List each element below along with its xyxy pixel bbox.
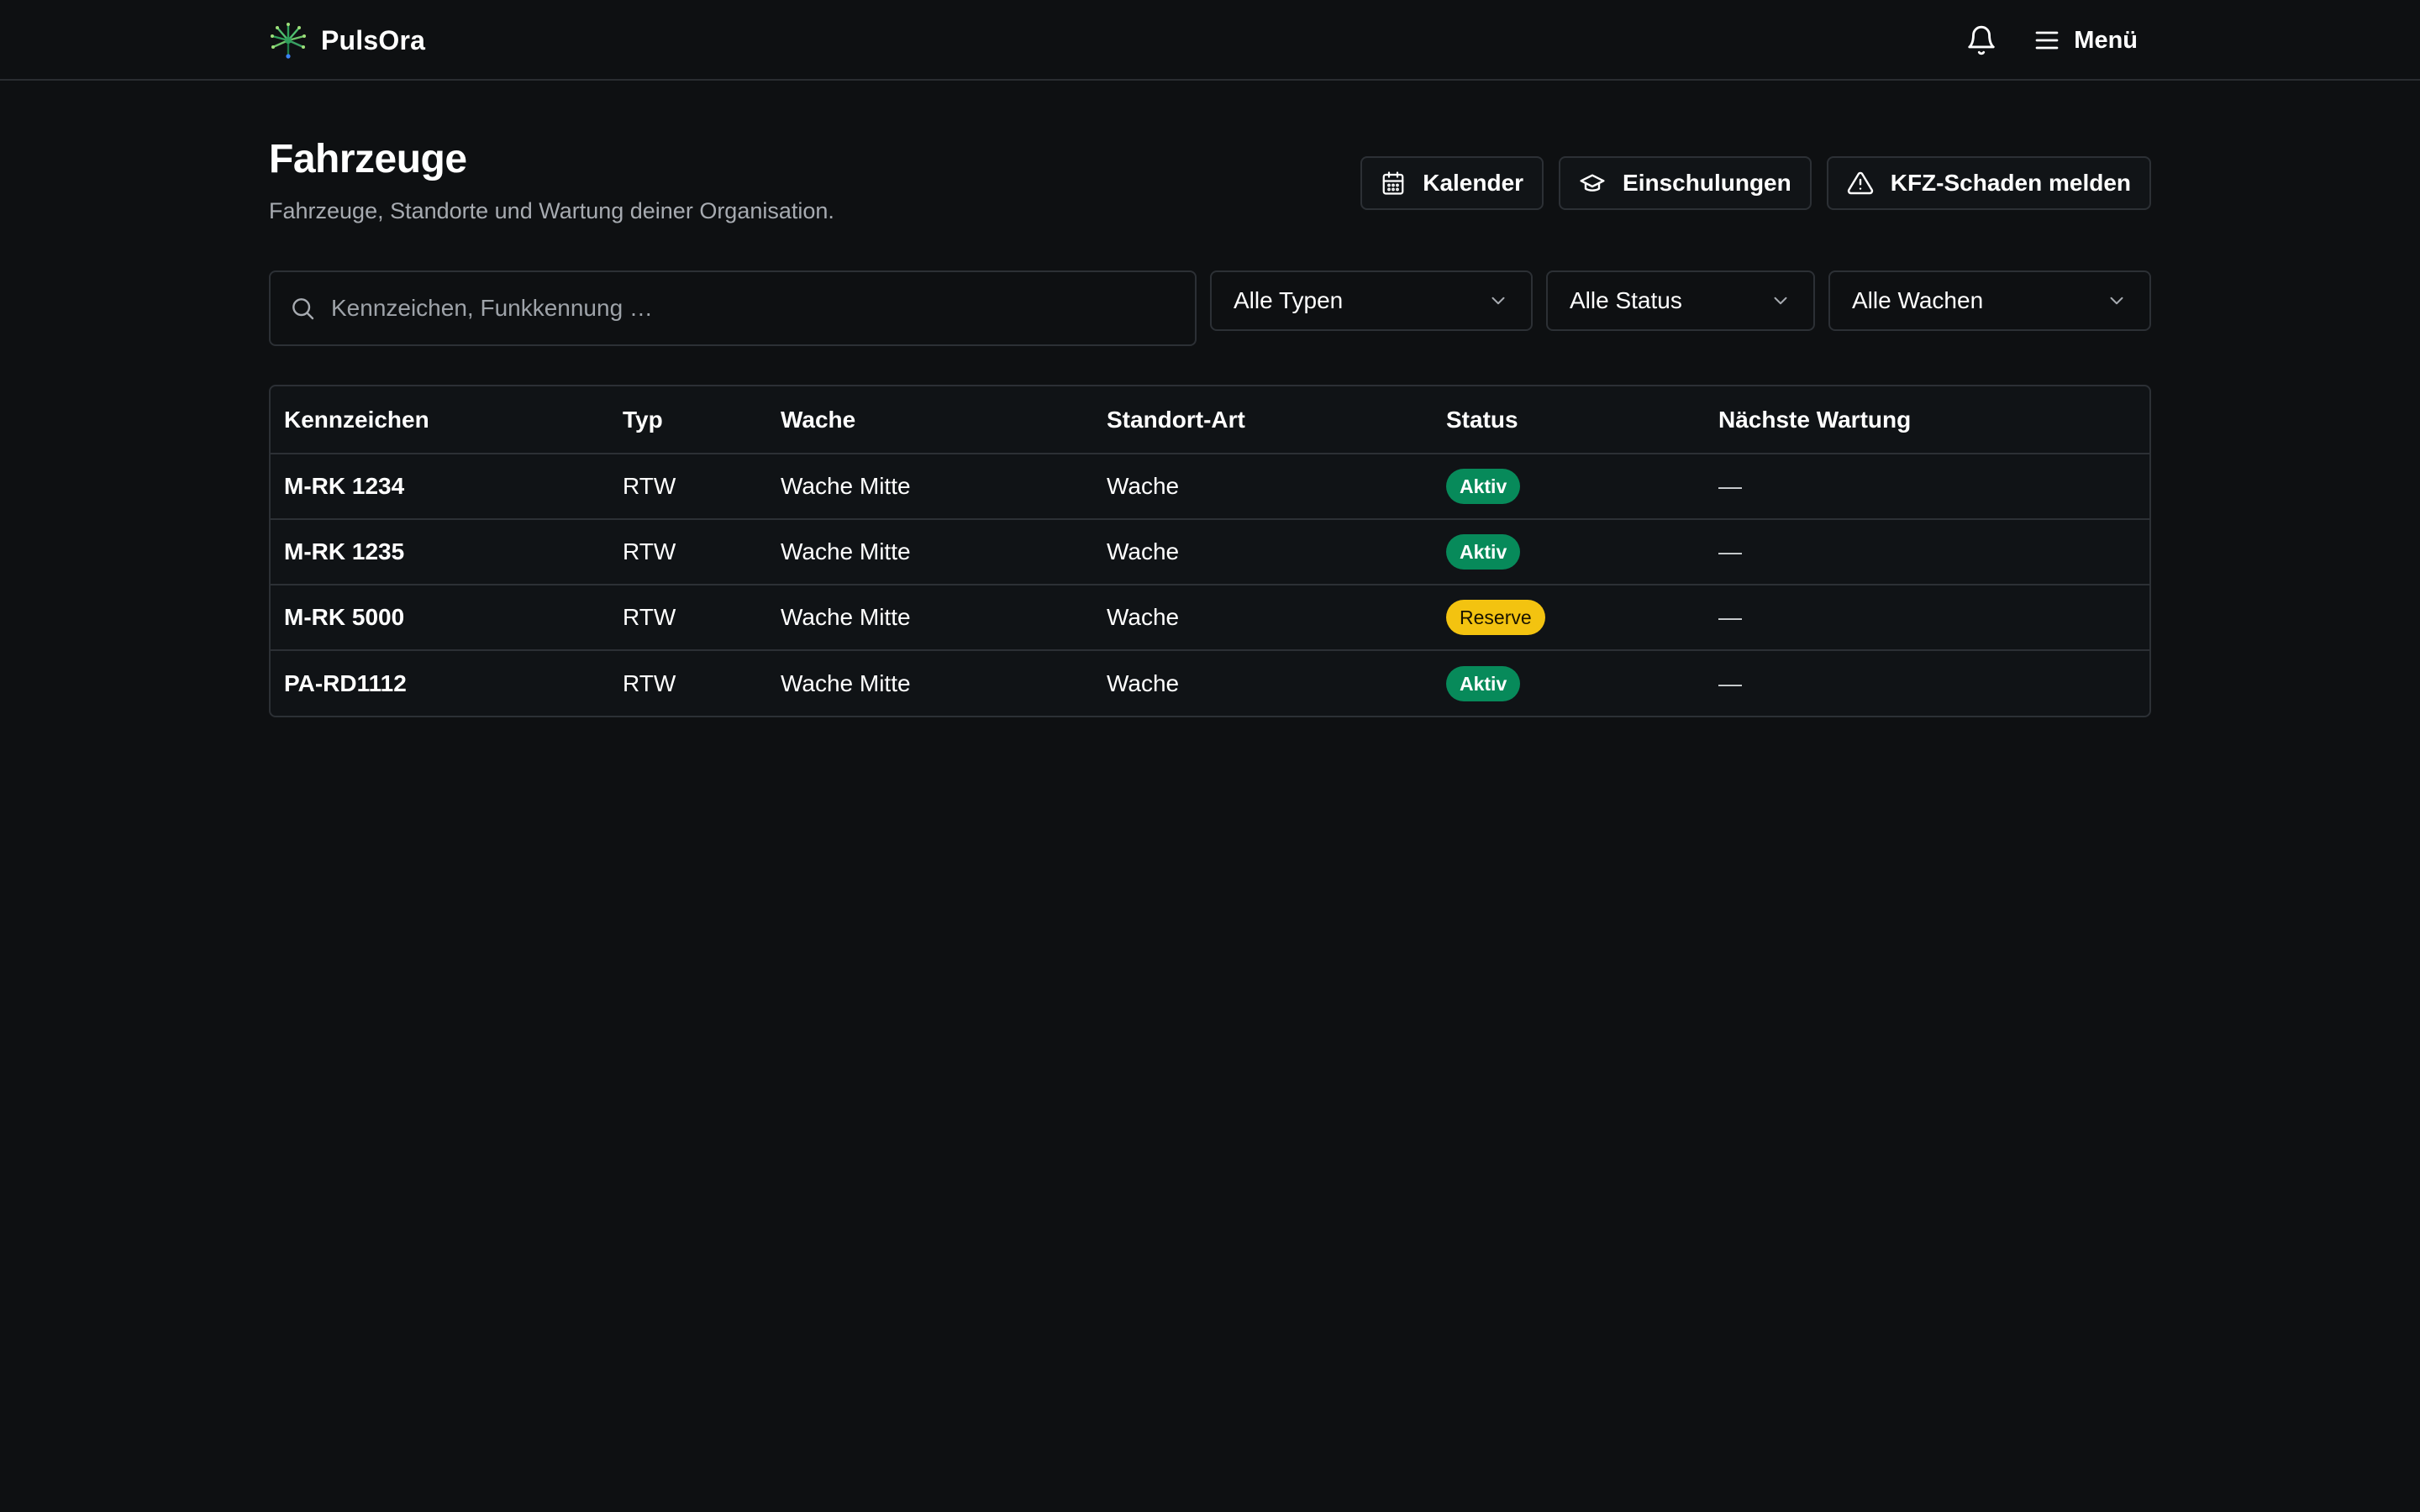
status-filter-value: Alle Status <box>1570 287 1682 313</box>
column-header-plate[interactable]: Kennzeichen <box>271 386 609 454</box>
cell-plate: M-RK 5000 <box>271 585 609 651</box>
table-row[interactable]: M-RK 1235 RTW Wache Mitte Wache Aktiv — <box>271 519 2149 585</box>
calendar-icon <box>1382 171 1404 195</box>
column-header-status[interactable]: Status <box>1433 386 1705 454</box>
type-filter-value: Alle Typen <box>1234 287 1344 313</box>
cell-type: RTW <box>609 454 767 520</box>
cell-type: RTW <box>609 585 767 651</box>
cell-next-service: — <box>1705 454 2149 520</box>
vehicles-table: Kennzeichen Typ Wache Standort-Art Statu… <box>269 385 2151 717</box>
chevron-down-icon <box>1774 297 1787 305</box>
filter-bar: Alle Typen Alle Status Alle Wachen <box>269 270 2151 346</box>
chevron-down-icon <box>2110 297 2123 305</box>
cell-location-type: Wache <box>1093 585 1433 651</box>
column-header-location-type[interactable]: Standort-Art <box>1093 386 1433 454</box>
chevron-down-icon <box>1491 297 1505 305</box>
station-filter-select[interactable]: Alle Wachen <box>1828 270 2151 331</box>
cell-status: Aktiv <box>1433 650 1705 716</box>
cell-station: Wache Mitte <box>767 519 1093 585</box>
page-subtitle: Fahrzeuge, Standorte und Wartung deiner … <box>269 198 834 223</box>
app-name: PulsOra <box>321 24 426 55</box>
cell-location-type: Wache <box>1093 519 1433 585</box>
calendar-button[interactable]: Kalender <box>1360 156 1544 210</box>
status-badge: Aktiv <box>1446 534 1521 570</box>
trainings-button[interactable]: Einschulungen <box>1559 156 1812 210</box>
notifications-button[interactable] <box>1961 20 2002 60</box>
brand-link[interactable]: PulsOra <box>269 20 425 60</box>
header-actions: Kalender Einschulungen KFZ-Schaden melde… <box>1360 156 2151 210</box>
trainings-button-label: Einschulungen <box>1623 170 1791 196</box>
page-title: Fahrzeuge <box>269 137 467 181</box>
cell-plate: PA-RD1112 <box>284 669 407 696</box>
table-row[interactable]: M-RK 1234 RTW Wache Mitte Wache Aktiv — <box>271 454 2149 520</box>
search-icon <box>292 298 314 320</box>
calendar-button-label: Kalender <box>1423 170 1524 196</box>
cell-status: Reserve <box>1433 585 1705 651</box>
station-filter-value: Alle Wachen <box>1852 287 1984 313</box>
graduation-cap-icon <box>1580 174 1605 192</box>
table-row[interactable]: M-RK 5000 RTW Wache Mitte Wache Reserve … <box>271 585 2149 651</box>
status-filter-select[interactable]: Alle Status <box>1546 270 1815 331</box>
cell-station: Wache Mitte <box>781 669 911 696</box>
table-header-row: Kennzeichen Typ Wache Standort-Art Statu… <box>271 386 2149 454</box>
cell-status: Aktiv <box>1433 519 1705 585</box>
top-navbar: PulsOra Menü <box>0 0 2420 81</box>
bell-icon <box>1968 25 1995 55</box>
top-actions: Menü <box>1961 20 2138 60</box>
cell-plate: M-RK 1235 <box>271 519 609 585</box>
cell-type: RTW <box>623 669 676 696</box>
table-row[interactable]: PA-RD1112 RTW Wache Mitte Wache Aktiv — <box>271 650 2149 716</box>
status-badge: Reserve <box>1446 600 1545 635</box>
cell-type: RTW <box>609 519 767 585</box>
pulsora-logo-icon <box>271 23 306 59</box>
status-badge: Aktiv <box>1446 469 1521 504</box>
cell-status: Aktiv <box>1433 454 1705 520</box>
column-header-station[interactable]: Wache <box>767 386 1093 454</box>
column-header-type[interactable]: Typ <box>609 386 767 454</box>
cell-station: Wache Mitte <box>767 585 1093 651</box>
report-damage-button[interactable]: KFZ-Schaden melden <box>1826 156 2151 210</box>
cell-location-type: Wache <box>1107 669 1180 696</box>
status-badge: Aktiv <box>1446 665 1521 701</box>
cell-next-service: — <box>1705 519 2149 585</box>
report-damage-button-label: KFZ-Schaden melden <box>1890 170 2131 196</box>
hamburger-icon <box>2035 31 2059 50</box>
search-input[interactable] <box>331 283 1195 333</box>
column-header-next-service[interactable]: Nächste Wartung <box>1705 386 2149 454</box>
cell-plate: M-RK 1234 <box>271 454 609 520</box>
cell-station: Wache Mitte <box>767 454 1093 520</box>
type-filter-select[interactable]: Alle Typen <box>1210 270 1533 331</box>
cell-next-service: — <box>1718 669 1742 696</box>
cell-location-type: Wache <box>1093 454 1433 520</box>
search-box <box>269 270 1197 346</box>
cell-next-service: — <box>1705 585 2149 651</box>
main-menu-button[interactable]: Menü <box>2032 20 2138 60</box>
warning-triangle-icon <box>1847 171 1873 195</box>
menu-label: Menü <box>2074 26 2138 54</box>
